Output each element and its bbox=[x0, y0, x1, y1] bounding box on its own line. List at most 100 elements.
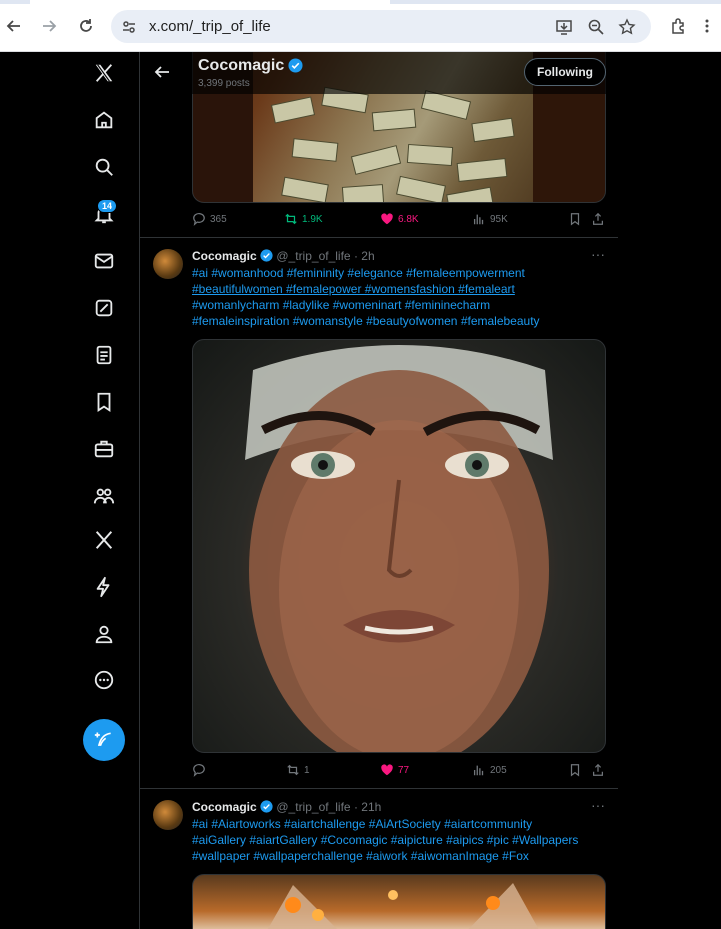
like-button[interactable]: 6.8K bbox=[380, 212, 419, 226]
heart-filled-icon bbox=[381, 764, 393, 776]
premium-x-icon[interactable] bbox=[92, 528, 116, 552]
jobs-briefcase-icon[interactable] bbox=[92, 437, 116, 461]
tweet-divider bbox=[140, 237, 619, 238]
tweet-text-line[interactable]: #womanlycharm #ladylike #womeninart #fem… bbox=[192, 297, 608, 313]
more-options-icon[interactable]: ··· bbox=[591, 798, 607, 812]
address-bar[interactable]: x.com/_trip_of_life bbox=[111, 10, 651, 43]
avatar[interactable] bbox=[153, 249, 183, 279]
reply-button[interactable] bbox=[192, 763, 210, 777]
tab-strip bbox=[0, 0, 721, 4]
tweet-text-line[interactable]: #aiGallery #aiartGallery #Cocomagic #aip… bbox=[192, 832, 608, 848]
display-name[interactable]: Cocomagic bbox=[192, 249, 257, 263]
bookmark-icon bbox=[570, 213, 580, 226]
repost-button[interactable]: 1 bbox=[286, 763, 310, 777]
tweet-text-line[interactable]: #femaleinspiration #womanstyle #beautyof… bbox=[192, 313, 608, 329]
right-empty-area bbox=[618, 52, 721, 929]
lists-icon[interactable] bbox=[92, 343, 116, 367]
post-time[interactable]: · 21h bbox=[354, 800, 381, 814]
back-arrow-icon[interactable] bbox=[2, 14, 26, 38]
user-handle[interactable]: @_trip_of_life bbox=[276, 249, 350, 263]
tweet-text: #ai #womanhood #femininity #elegance #fe… bbox=[192, 265, 608, 329]
bookmark-button[interactable] bbox=[568, 212, 582, 226]
reply-bubble-icon bbox=[193, 212, 205, 226]
communities-icon[interactable] bbox=[92, 484, 116, 508]
forward-arrow-icon[interactable] bbox=[37, 14, 61, 38]
tweet-text-line[interactable]: #ai #Aiartoworks #aiartchallenge #AiArtS… bbox=[192, 816, 608, 832]
back-arrow-icon[interactable] bbox=[154, 64, 172, 82]
share-upload-icon bbox=[593, 763, 603, 776]
views-button[interactable]: 205 bbox=[472, 763, 507, 777]
bookmark-button[interactable] bbox=[568, 763, 582, 777]
url-text[interactable]: x.com/_trip_of_life bbox=[149, 18, 271, 35]
messages-envelope-icon[interactable] bbox=[92, 249, 116, 273]
reply-button[interactable]: 365 bbox=[192, 212, 227, 226]
site-settings-icon[interactable] bbox=[118, 16, 140, 38]
verified-badge-icon bbox=[288, 58, 303, 78]
verified-badge-icon bbox=[260, 249, 273, 262]
display-name[interactable]: Cocomagic bbox=[192, 800, 257, 814]
user-handle[interactable]: @_trip_of_life bbox=[276, 800, 350, 814]
more-options-icon[interactable]: ··· bbox=[591, 247, 607, 261]
view-count: 205 bbox=[490, 764, 507, 776]
grok-icon[interactable] bbox=[92, 296, 116, 320]
more-menu-icon[interactable] bbox=[700, 14, 714, 38]
more-circle-icon[interactable] bbox=[92, 668, 116, 692]
tweet-text-line[interactable]: #ai #womanhood #femininity #elegance #fe… bbox=[192, 265, 608, 281]
reply-bubble-icon bbox=[193, 763, 205, 777]
repost-button[interactable]: 1.9K bbox=[284, 212, 323, 226]
tweet-text-line[interactable]: #wallpaper #wallpaperchallenge #aiwork #… bbox=[192, 848, 608, 864]
feather-plus-icon bbox=[94, 732, 111, 746]
tweet-media-image[interactable] bbox=[192, 339, 606, 753]
share-button[interactable] bbox=[591, 763, 605, 777]
views-chart-icon bbox=[473, 214, 484, 225]
reload-icon[interactable] bbox=[74, 14, 98, 38]
tweet-header: Cocomagic @_trip_of_life · 21h bbox=[192, 800, 381, 814]
tweet-actions-bar: 1 77 205 bbox=[192, 763, 604, 779]
tweet-divider bbox=[140, 788, 619, 789]
zoom-icon[interactable] bbox=[585, 16, 607, 38]
search-icon[interactable] bbox=[92, 155, 116, 179]
views-chart-icon bbox=[473, 765, 484, 776]
post-time[interactable]: · 2h bbox=[354, 249, 375, 263]
browser-toolbar: x.com/_trip_of_life bbox=[0, 0, 721, 52]
verified-orgs-bolt-icon[interactable] bbox=[92, 575, 116, 599]
profile-person-icon[interactable] bbox=[92, 622, 116, 646]
posts-count: 3,399 posts bbox=[198, 78, 250, 89]
like-button[interactable]: 77 bbox=[380, 763, 409, 777]
bookmarks-icon[interactable] bbox=[92, 390, 116, 414]
like-count: 77 bbox=[398, 764, 410, 776]
views-button[interactable]: 95K bbox=[472, 212, 508, 226]
tweet-actions-bar: 365 1.9K 6.8K 95K bbox=[192, 212, 604, 228]
left-nav-rail bbox=[0, 52, 139, 929]
bookmark-star-icon[interactable] bbox=[616, 16, 638, 38]
repost-icon bbox=[285, 213, 297, 225]
tweet-media-image[interactable] bbox=[192, 874, 606, 929]
repost-icon bbox=[287, 764, 299, 776]
following-button[interactable]: Following bbox=[524, 58, 606, 86]
tweet-text-line[interactable]: #beautifulwomen #femalepower #womensfash… bbox=[192, 281, 608, 297]
fox-illustration bbox=[267, 883, 539, 929]
profile-timeline-column: Cocomagic 3,399 posts Following 365 1.9K… bbox=[139, 52, 620, 929]
tweet-header: Cocomagic @_trip_of_life · 2h bbox=[192, 249, 375, 263]
home-icon[interactable] bbox=[92, 108, 116, 132]
share-button[interactable] bbox=[591, 212, 605, 226]
portrait-illustration bbox=[245, 345, 553, 752]
profile-name: Cocomagic bbox=[198, 57, 285, 74]
x-logo-icon[interactable] bbox=[92, 61, 116, 85]
compose-post-button[interactable] bbox=[83, 719, 125, 761]
reply-count: 365 bbox=[210, 213, 227, 225]
profile-header: Cocomagic 3,399 posts Following bbox=[140, 52, 619, 94]
like-count: 6.8K bbox=[398, 213, 419, 225]
active-tab[interactable] bbox=[30, 0, 390, 4]
extensions-icon[interactable] bbox=[667, 14, 691, 38]
share-upload-icon bbox=[593, 212, 603, 225]
heart-filled-icon bbox=[381, 213, 393, 225]
tweet-text: #ai #Aiartoworks #aiartchallenge #AiArtS… bbox=[192, 816, 608, 864]
repost-count: 1.9K bbox=[302, 213, 323, 225]
notification-count-badge: 14 bbox=[97, 199, 118, 213]
verified-badge-icon bbox=[260, 800, 273, 813]
avatar[interactable] bbox=[153, 800, 183, 830]
install-app-icon[interactable] bbox=[553, 16, 575, 38]
view-count: 95K bbox=[490, 213, 508, 225]
repost-count: 1 bbox=[304, 764, 310, 776]
